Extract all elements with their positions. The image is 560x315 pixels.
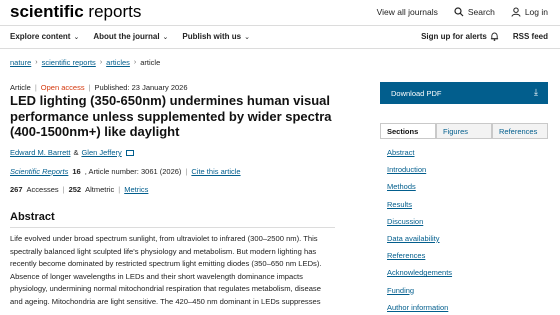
section-link-references[interactable]: References: [387, 251, 452, 268]
breadcrumb: nature › scientific reports › articles ›…: [10, 58, 160, 67]
metrics-link[interactable]: Metrics: [124, 185, 148, 194]
view-all-journals-link[interactable]: View all journals: [377, 7, 438, 17]
rss-feed-link[interactable]: RSS feed: [513, 32, 548, 41]
article-metrics: 267 Accesses | 252 Altmetric | Metrics: [10, 185, 149, 194]
abstract-text: Life evolved under broad spectrum sunlig…: [10, 234, 322, 306]
user-icon: [511, 7, 521, 17]
journal-navbar: Explore content ⌄ About the journal ⌄ Publ…: [0, 26, 560, 48]
citation-line: Scientific Reports 16, Article number: 3…: [10, 167, 241, 176]
explore-content-menu[interactable]: Explore content ⌄: [10, 32, 79, 41]
section-link-acknowledgements[interactable]: Acknowledgements: [387, 268, 452, 285]
section-link-data-availability[interactable]: Data availability: [387, 234, 452, 251]
section-link-funding[interactable]: Funding: [387, 286, 452, 303]
abstract-heading: Abstract: [10, 211, 55, 223]
tab-figures[interactable]: Figures: [436, 123, 492, 138]
about-journal-menu[interactable]: About the journal ⌄: [93, 32, 168, 41]
chevron-down-icon: ⌄: [73, 33, 80, 41]
envelope-icon[interactable]: [125, 149, 134, 156]
author-link[interactable]: Edward M. Barrett: [10, 148, 70, 157]
journal-link[interactable]: Scientific Reports: [10, 167, 68, 176]
tab-references[interactable]: References: [492, 123, 548, 138]
breadcrumb-nature[interactable]: nature: [10, 58, 31, 67]
sign-up-alerts-button[interactable]: Sign up for alerts: [421, 32, 499, 41]
altmetric-label: Altmetric: [85, 185, 115, 194]
search-button[interactable]: Search: [454, 7, 495, 17]
search-icon: [454, 7, 464, 17]
section-link-abstract[interactable]: Abstract: [387, 148, 452, 165]
tab-sections[interactable]: Sections: [380, 123, 436, 138]
download-pdf-button[interactable]: Download PDF ⤓: [380, 82, 548, 104]
navbar-divider: [0, 48, 560, 49]
altmetric-count: 252: [68, 185, 82, 194]
article-type: Article: [10, 83, 31, 92]
section-link-author-information[interactable]: Author information: [387, 303, 452, 315]
abstract-divider: [10, 227, 335, 228]
article-title: LED lighting (350-650nm) undermines huma…: [10, 93, 332, 139]
author-list: Edward M. Barrett & Glen Jeffery: [10, 148, 134, 157]
accesses-count: 267: [10, 185, 23, 194]
top-nav: View all journals Search Log in: [377, 7, 548, 17]
volume: 16: [72, 167, 81, 176]
chevron-right-icon: ›: [99, 59, 103, 66]
journal-logo[interactable]: scientific reports: [10, 2, 141, 22]
author-link[interactable]: Glen Jeffery: [81, 148, 121, 157]
bell-icon: [490, 32, 498, 41]
section-link-results[interactable]: Results: [387, 200, 452, 217]
accesses-label: Accesses: [26, 185, 59, 194]
chevron-right-icon: ›: [133, 59, 137, 66]
section-link-introduction[interactable]: Introduction: [387, 165, 452, 182]
open-access-badge: Open access: [40, 83, 85, 92]
breadcrumb-scientific-reports[interactable]: scientific reports: [42, 58, 96, 67]
article-number: , Article number: 3061 (2026): [84, 167, 182, 176]
publish-with-us-menu[interactable]: Publish with us ⌄: [182, 32, 250, 41]
section-link-methods[interactable]: Methods: [387, 182, 452, 199]
top-header: scientific reports View all journals Sea…: [0, 0, 560, 25]
article-meta: Article | Open access | Published: 23 Ja…: [10, 83, 188, 92]
download-icon: ⤓: [534, 87, 538, 97]
breadcrumb-articles[interactable]: articles: [106, 58, 130, 67]
chevron-down-icon: ⌄: [162, 33, 169, 41]
sidebar-tabs: Sections Figures References: [380, 123, 548, 139]
published-date: Published: 23 January 2026: [94, 83, 188, 92]
login-button[interactable]: Log in: [511, 7, 548, 17]
chevron-right-icon: ›: [35, 59, 38, 66]
section-link-discussion[interactable]: Discussion: [387, 217, 452, 234]
breadcrumb-current: article: [140, 58, 161, 67]
chevron-down-icon: ⌄: [244, 33, 250, 41]
section-links: Abstract Introduction Methods Results Di…: [387, 148, 452, 315]
cite-this-article-link[interactable]: Cite this article: [191, 167, 240, 176]
